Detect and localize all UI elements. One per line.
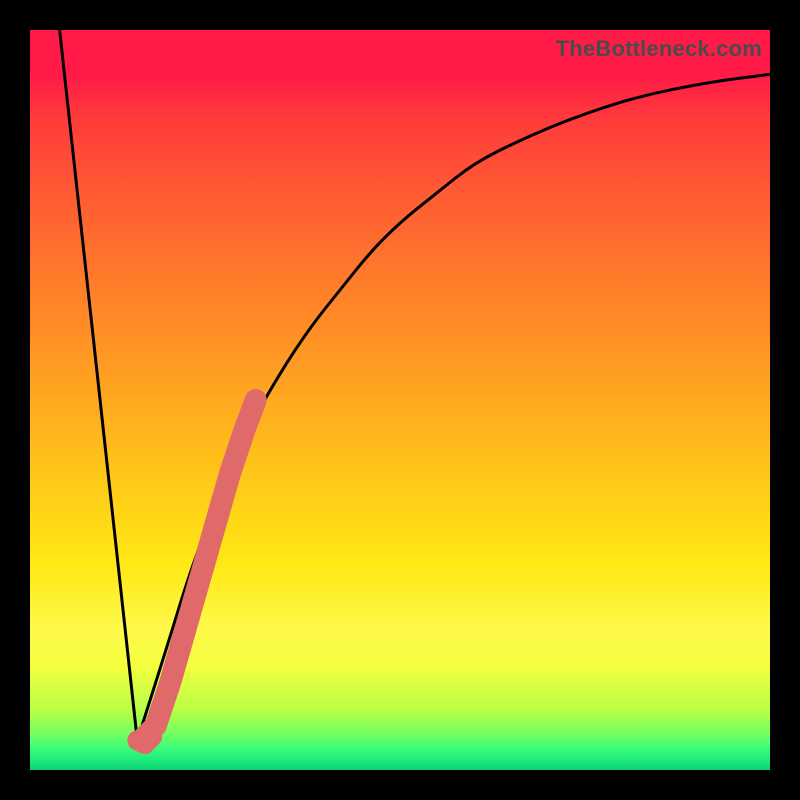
curve-layer xyxy=(30,30,770,770)
curve-right xyxy=(137,74,770,740)
highlight-cap xyxy=(137,737,152,744)
curve-left xyxy=(60,30,138,740)
plot-area: TheBottleneck.com xyxy=(30,30,770,770)
chart-frame: TheBottleneck.com xyxy=(0,0,800,800)
highlight-segment xyxy=(145,400,256,737)
